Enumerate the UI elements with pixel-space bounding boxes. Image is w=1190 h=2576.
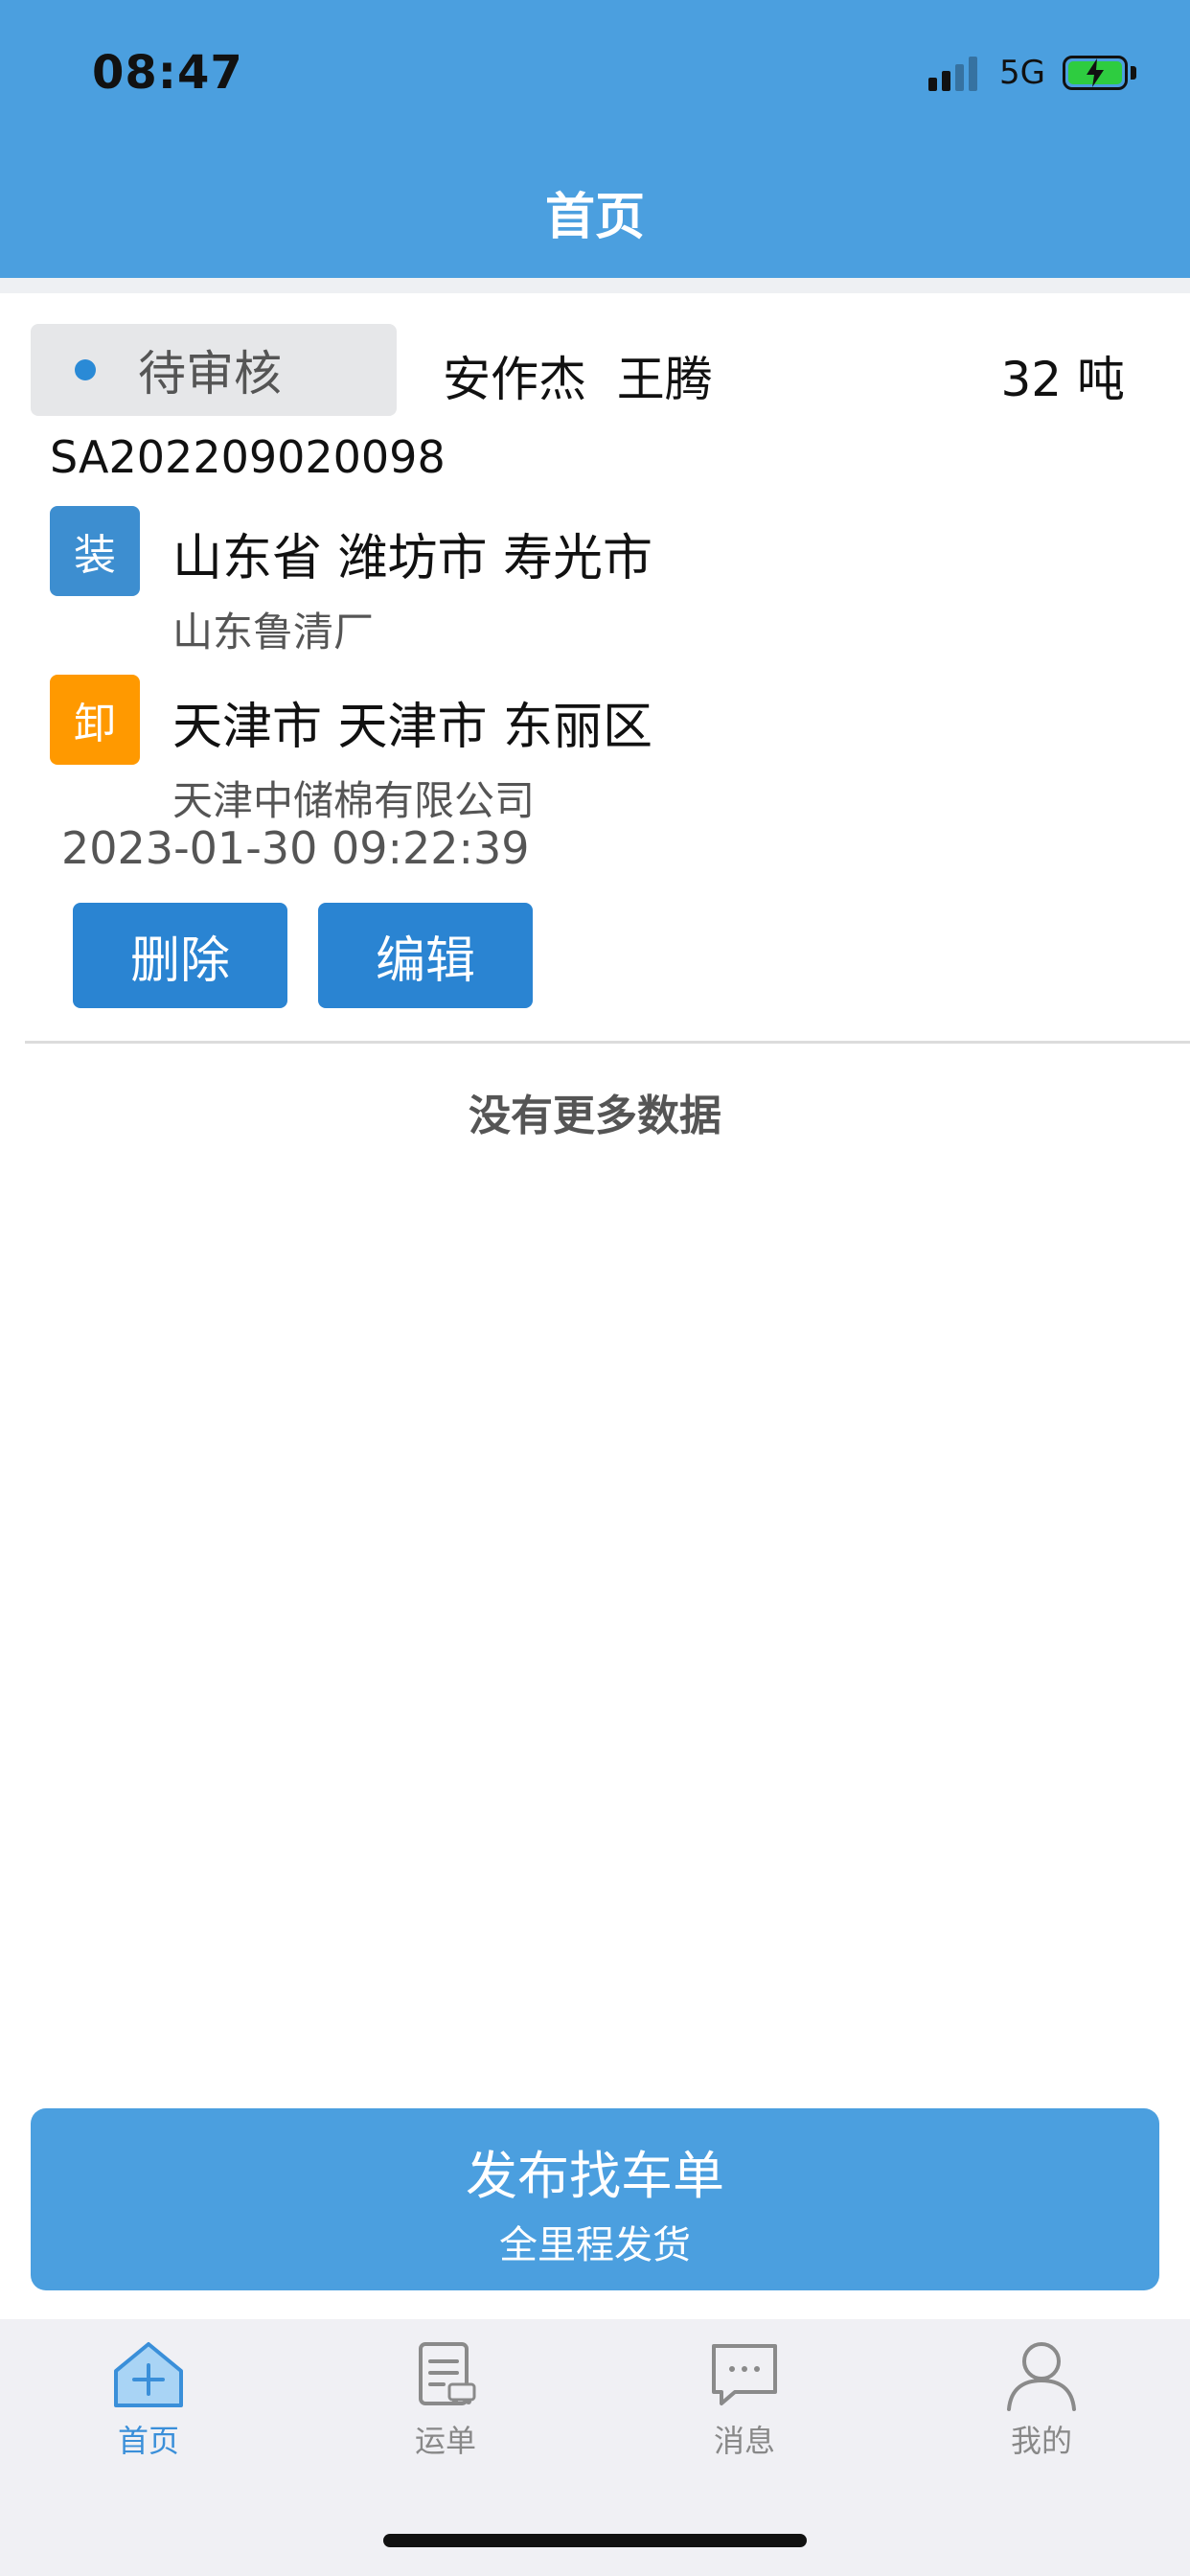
network-label: 5G xyxy=(999,54,1045,92)
user-icon xyxy=(1007,2342,1076,2411)
publish-subtitle: 全里程发货 xyxy=(499,2223,691,2267)
tab-label: 运单 xyxy=(414,2423,476,2459)
cargo-weight: 32 吨 xyxy=(1000,352,1125,407)
signal-icon xyxy=(928,55,982,91)
home-add-icon xyxy=(114,2342,183,2407)
status-label: 待审核 xyxy=(138,346,282,402)
tab-profile[interactable]: 我的 xyxy=(946,2338,1137,2482)
status-dot-icon xyxy=(75,359,96,380)
driver-names: 安作杰 王腾 xyxy=(443,341,713,410)
unload-company: 天津中储棉有限公司 xyxy=(172,777,536,824)
tab-label: 消息 xyxy=(713,2423,775,2459)
battery-cap xyxy=(1131,66,1136,80)
delete-button[interactable]: 删除 xyxy=(73,903,287,1008)
unload-city: 天津市 天津市 东丽区 xyxy=(172,699,653,756)
tab-waybill[interactable]: 运单 xyxy=(350,2338,541,2482)
order-number: SA202209020098 xyxy=(50,431,446,483)
edit-button[interactable]: 编辑 xyxy=(318,903,533,1008)
person-name: 安作杰 xyxy=(443,352,586,407)
load-badge: 装 xyxy=(50,506,140,596)
load-company: 山东鲁清厂 xyxy=(172,609,375,656)
home-indicator[interactable] xyxy=(383,2534,807,2547)
waybill-icon xyxy=(419,2342,476,2405)
order-card[interactable]: 待审核 安作杰 王腾 32 吨 SA202209020098 装 山东省 潍坊市… xyxy=(0,293,1190,1041)
page-title: 首页 xyxy=(544,189,645,246)
status-badge: 待审核 xyxy=(31,324,397,416)
person-name: 王腾 xyxy=(616,352,713,407)
publish-button[interactable]: 发布找车单 全里程发货 xyxy=(31,2108,1159,2290)
section-gap xyxy=(0,278,1190,293)
tab-home[interactable]: 首页 xyxy=(53,2338,244,2482)
no-more-data: 没有更多数据 xyxy=(469,1092,721,1140)
unload-badge: 卸 xyxy=(50,675,140,765)
load-city: 山东省 潍坊市 寿光市 xyxy=(172,530,653,587)
tab-messages[interactable]: 消息 xyxy=(649,2338,840,2482)
divider xyxy=(25,1041,1190,1044)
header: 08:47 5G 首页 xyxy=(0,0,1190,278)
status-indicators: 5G xyxy=(928,54,1136,92)
status-time: 08:47 xyxy=(92,46,243,100)
screen: 08:47 5G 首页 待审核 安作杰 王腾 32 吨 SA2022090200… xyxy=(0,0,1190,2576)
order-timestamp: 2023-01-30 09:22:39 xyxy=(61,822,530,874)
message-icon xyxy=(712,2344,777,2405)
publish-title: 发布找车单 xyxy=(466,2146,724,2206)
tab-label: 首页 xyxy=(117,2423,179,2459)
battery-icon xyxy=(1063,56,1128,90)
tab-label: 我的 xyxy=(1010,2423,1072,2459)
